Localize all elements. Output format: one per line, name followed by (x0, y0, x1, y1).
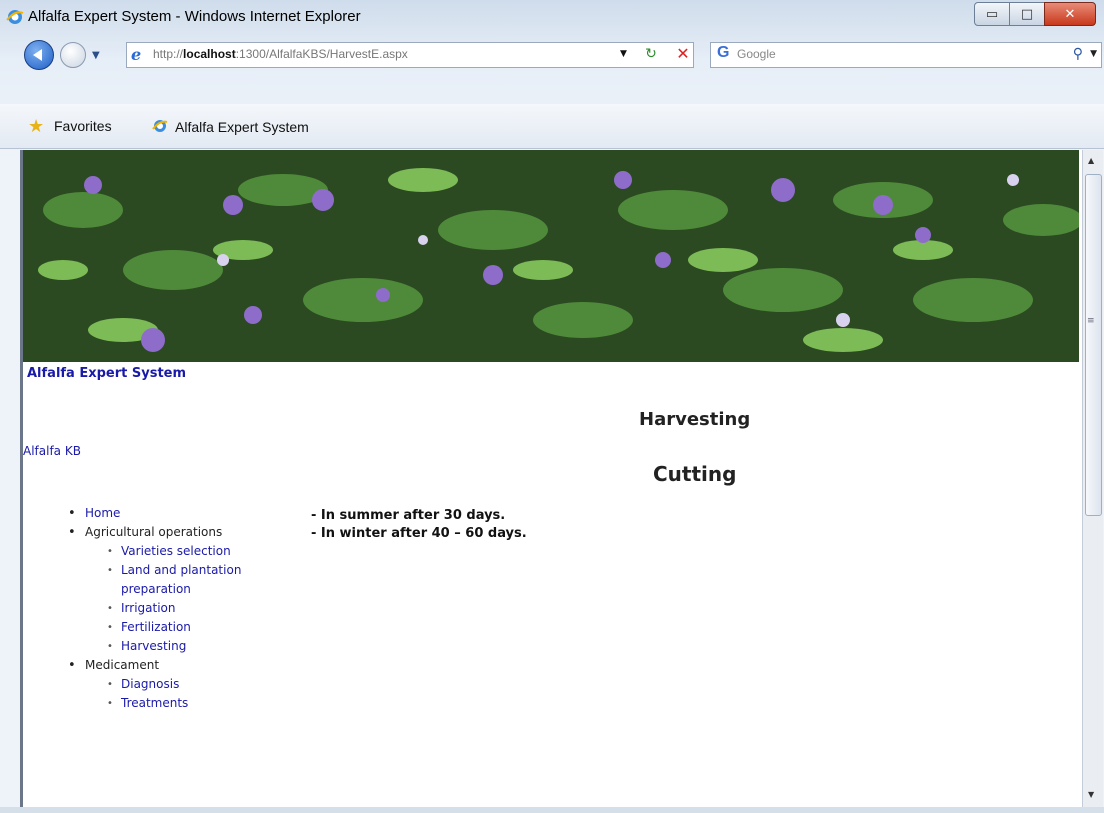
scroll-up-arrow-icon[interactable]: ▲ (1088, 156, 1094, 165)
search-icon[interactable]: ⚲ (1073, 46, 1083, 62)
menu-link-irrigation[interactable]: Irrigation (121, 601, 176, 615)
menu-link-treatments[interactable]: Treatments (121, 696, 188, 710)
menu-link-diagnosis[interactable]: Diagnosis (121, 677, 179, 691)
history-dropdown-icon[interactable]: ▼ (92, 50, 100, 61)
page-icon: e (131, 45, 142, 64)
harvest-info: - In summer after 30 days. - In winter a… (311, 507, 527, 543)
browser-window: Alfalfa Expert System - Windows Internet… (0, 0, 1104, 813)
favorites-bar: ★ Favorites Alfalfa Expert System (0, 104, 1104, 149)
favorite-link-alfalfa[interactable]: Alfalfa Expert System (175, 119, 309, 135)
menu-label-medicament: Medicament (85, 658, 160, 672)
search-dropdown-icon[interactable]: ▼ (1090, 49, 1097, 59)
side-menu: Home Agricultural operations Varieties s… (63, 504, 271, 713)
alfalfa-kb-link[interactable]: Alfalfa KB (23, 444, 81, 458)
page-content: Alfalfa Expert System Alfalfa KB Harvest… (20, 150, 1082, 807)
site-title: Alfalfa Expert System (27, 366, 187, 381)
google-icon: G (717, 44, 730, 61)
window-controls: ▭ □ ✕ (974, 2, 1096, 26)
close-window-button[interactable]: ✕ (1044, 2, 1096, 26)
favorites-button[interactable]: Favorites (54, 118, 112, 134)
address-dropdown-icon[interactable]: ▼ (620, 49, 627, 59)
alfalfa-banner-image (23, 150, 1079, 362)
stop-icon: ✕ (676, 44, 690, 63)
submenu-item[interactable]: Harvesting (107, 637, 271, 656)
ie-page-icon (152, 120, 168, 132)
submenu-item[interactable]: Diagnosis (107, 675, 271, 694)
submenu-item[interactable]: Varieties selection (107, 542, 271, 561)
refresh-button[interactable]: ↻ (640, 44, 662, 64)
submenu-item[interactable]: Land and plantation preparation (107, 561, 271, 599)
info-line-summer: - In summer after 30 days. (311, 508, 506, 523)
submenu-item[interactable]: Treatments (107, 694, 271, 713)
search-input[interactable]: Google (737, 47, 776, 61)
submenu-medicament: Diagnosis Treatments (85, 675, 271, 713)
menu-label-agricultural-operations: Agricultural operations (85, 525, 223, 539)
scroll-grip-icon: ≡ (1087, 316, 1095, 326)
menu-link-land-preparation[interactable]: Land and plantation preparation (121, 563, 241, 596)
page-heading: Harvesting (639, 409, 751, 430)
minimize-icon: ▭ (985, 6, 999, 22)
menu-item-home[interactable]: Home (63, 504, 271, 523)
menu-link-home[interactable]: Home (85, 506, 120, 520)
scroll-down-arrow-icon[interactable]: ▼ (1088, 790, 1094, 799)
maximize-button[interactable]: □ (1009, 2, 1045, 26)
menu-link-fertilization[interactable]: Fertilization (121, 620, 191, 634)
page-subheading: Cutting (653, 462, 737, 486)
address-url[interactable]: http://localhost:1300/AlfalfaKBS/Harvest… (153, 47, 408, 61)
menu-item-medicament: Medicament Diagnosis Treatments (63, 656, 271, 713)
search-box[interactable]: G Google ⚲ ▼ (710, 42, 1102, 68)
submenu-item[interactable]: Irrigation (107, 599, 271, 618)
address-bar[interactable]: e http://localhost:1300/AlfalfaKBS/Harve… (126, 42, 694, 68)
back-button[interactable] (24, 40, 54, 70)
refresh-icon: ↻ (645, 46, 657, 62)
stop-button[interactable]: ✕ (672, 44, 694, 64)
window-title: Alfalfa Expert System - Windows Internet… (28, 8, 361, 25)
menu-item-agricultural-operations: Agricultural operations Varieties select… (63, 523, 271, 656)
info-line-winter: - In winter after 40 – 60 days. (311, 526, 527, 541)
ie-logo-icon (6, 10, 24, 24)
menu-link-harvesting[interactable]: Harvesting (121, 639, 186, 653)
maximize-icon: □ (1020, 6, 1034, 22)
submenu-agricultural-operations: Varieties selection Land and plantation … (85, 542, 271, 656)
favorites-star-icon[interactable]: ★ (28, 116, 44, 137)
menu-link-varieties-selection[interactable]: Varieties selection (121, 544, 231, 558)
close-icon: ✕ (1064, 6, 1076, 22)
minimize-button[interactable]: ▭ (974, 2, 1010, 26)
window-bottom-edge (0, 807, 1104, 813)
scrollbar-thumb[interactable] (1085, 174, 1102, 516)
forward-button[interactable] (60, 42, 86, 68)
vertical-scrollbar[interactable]: ▲ ≡ ▼ (1082, 150, 1103, 807)
title-bar: Alfalfa Expert System - Windows Internet… (0, 0, 1104, 34)
submenu-item[interactable]: Fertilization (107, 618, 271, 637)
